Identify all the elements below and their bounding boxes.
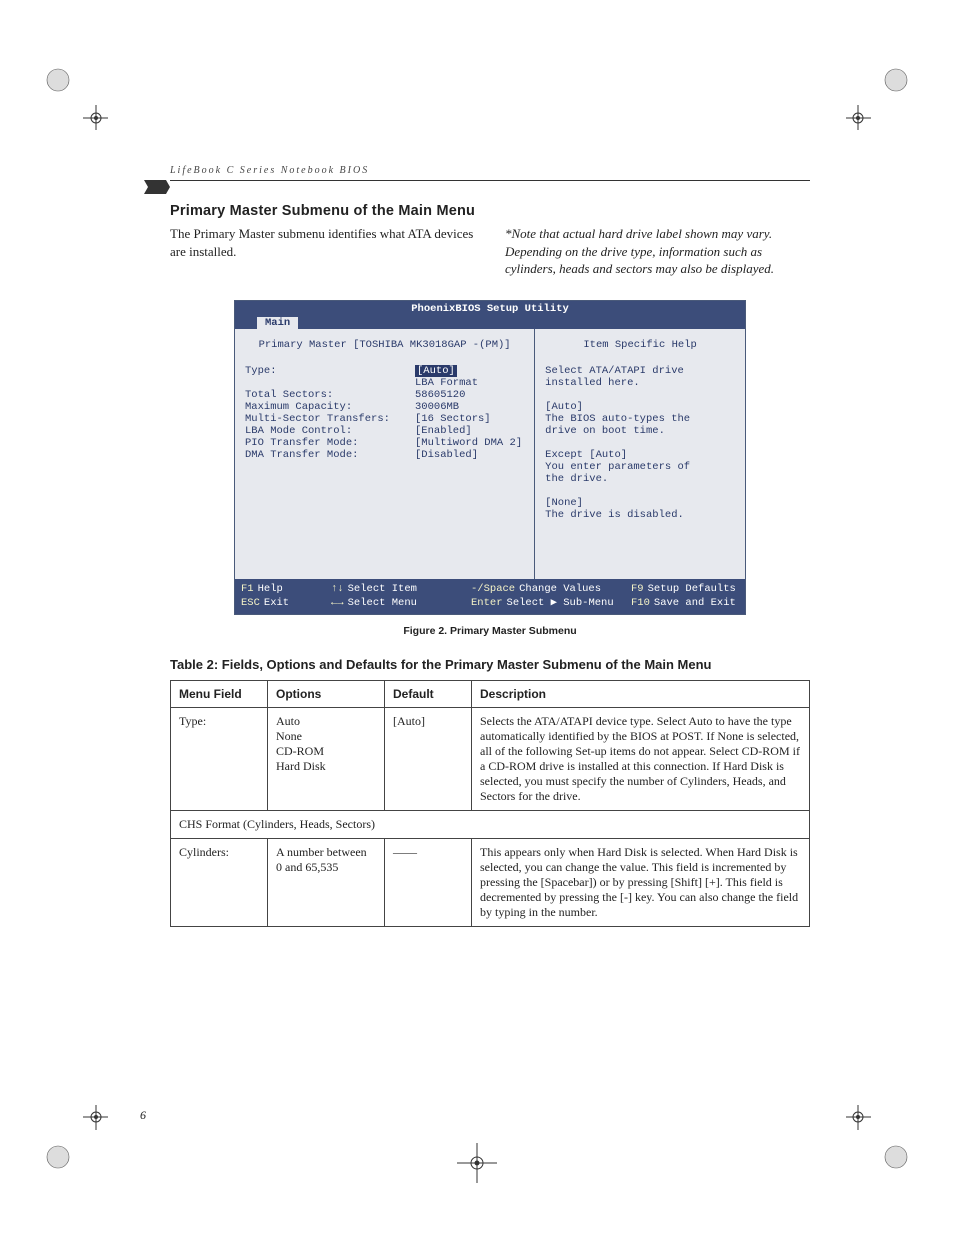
bios-field-value: LBA Format [415,377,524,389]
bios-field-row: DMA Transfer Mode:[Disabled] [245,449,524,461]
bios-field-label: Type: [245,365,415,377]
table-cell: Selects the ATA/ATAPI device type. Selec… [472,707,810,810]
table-title: Table 2: Fields, Options and Defaults fo… [170,657,810,672]
bios-field-row: Type:[Auto] [245,365,524,377]
bios-footer: F1Help ↑↓Select Item -/SpaceChange Value… [235,579,745,614]
bios-title: PhoenixBIOS Setup Utility [235,301,745,317]
th-default: Default [385,680,472,707]
bios-tab-main[interactable]: Main [257,317,298,329]
table-cell: [Auto] [385,707,472,810]
bios-field-label: Maximum Capacity: [245,401,415,413]
bios-field-row: LBA Format [245,377,524,389]
bios-panel: PhoenixBIOS Setup Utility Main Primary M… [234,300,746,615]
bios-field-row: Maximum Capacity:30006MB [245,401,524,413]
table-cell: A number between 0 and 65,535 [268,838,385,926]
bios-field-value: [16 Sectors] [415,413,524,425]
bios-tabbar: Main [235,317,745,329]
th-menu-field: Menu Field [171,680,268,707]
bios-field-row: Total Sectors:58605120 [245,389,524,401]
table-row: Cylinders:A number between 0 and 65,535—… [171,838,810,926]
bios-field-label: Multi-Sector Transfers: [245,413,415,425]
section-heading: Primary Master Submenu of the Main Menu [170,203,810,219]
table-cell: —— [385,838,472,926]
bios-field-row: Multi-Sector Transfers:[16 Sectors] [245,413,524,425]
table-cell: Type: [171,707,268,810]
crop-mark-icon [846,60,916,130]
bios-field-label: DMA Transfer Mode: [245,449,415,461]
crop-mark-icon [846,1105,916,1175]
intro-note-right: *Note that actual hard drive label shown… [505,225,810,278]
bios-field-label: Total Sectors: [245,389,415,401]
crop-mark-icon [457,1143,497,1183]
header-rule [170,180,810,181]
bios-field-label: PIO Transfer Mode: [245,437,415,449]
intro-text-left: The Primary Master submenu identifies wh… [170,225,475,278]
table-cell: This appears only when Hard Disk is sele… [472,838,810,926]
table-cell: Cylinders: [171,838,268,926]
bios-field-row: LBA Mode Control:[Enabled] [245,425,524,437]
bios-left-header: Primary Master [TOSHIBA MK3018GAP -(PM)] [245,337,524,365]
bios-help-text: Select ATA/ATAPI driveinstalled here. [A… [545,365,735,521]
th-description: Description [472,680,810,707]
table-span-cell: CHS Format (Cylinders, Heads, Sectors) [171,810,810,838]
fields-table: Menu Field Options Default Description T… [170,680,810,927]
bios-right-header: Item Specific Help [545,337,735,365]
table-cell: Auto None CD-ROM Hard Disk [268,707,385,810]
bios-field-value: [Disabled] [415,449,524,461]
th-options: Options [268,680,385,707]
page-number: 6 [140,1108,146,1123]
bios-field-value: [Multiword DMA 2] [415,437,524,449]
table-row: Type:Auto None CD-ROM Hard Disk[Auto]Sel… [171,707,810,810]
bios-field-label: LBA Mode Control: [245,425,415,437]
bios-field-value[interactable]: [Auto] [415,365,524,377]
crop-mark-icon [38,1105,108,1175]
running-head: LifeBook C Series Notebook BIOS [170,165,810,176]
bios-field-row: PIO Transfer Mode:[Multiword DMA 2] [245,437,524,449]
bios-field-value: 58605120 [415,389,524,401]
crop-mark-icon [38,60,108,130]
bios-field-label [245,377,415,389]
bios-field-value: [Enabled] [415,425,524,437]
bios-field-value: 30006MB [415,401,524,413]
table-span-row: CHS Format (Cylinders, Heads, Sectors) [171,810,810,838]
figure-caption: Figure 2. Primary Master Submenu [170,625,810,637]
